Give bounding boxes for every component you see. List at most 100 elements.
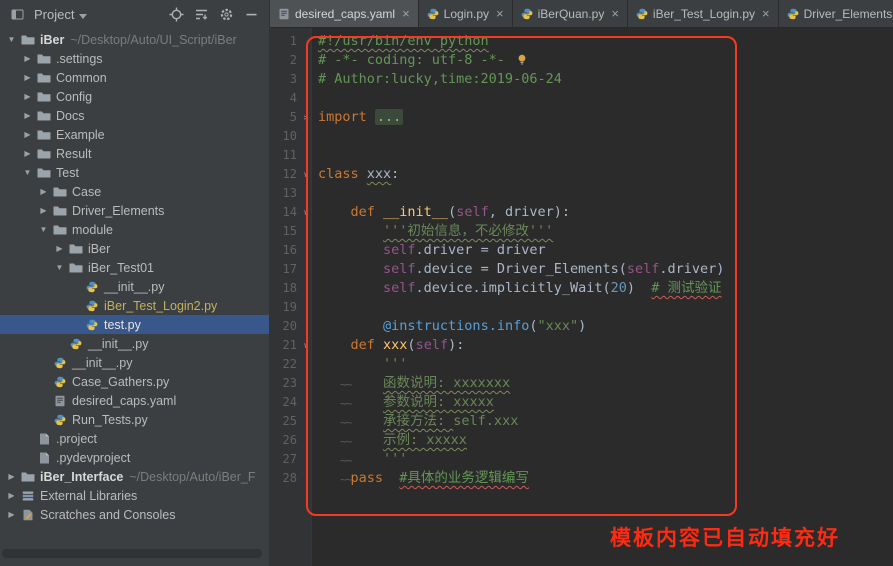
chevron-right-icon[interactable]: ▶ — [4, 472, 19, 481]
fold-collapsed-icon[interactable]: > — [300, 108, 312, 127]
chevron-right-icon[interactable]: ▶ — [20, 73, 35, 82]
tree-item[interactable]: ▶iBer_Interface~/Desktop/Auto/iBer_F — [0, 467, 270, 486]
chevron-right-icon[interactable]: ▶ — [20, 54, 35, 63]
tree-item[interactable]: ▶External Libraries — [0, 486, 270, 505]
tree-item[interactable]: ▶.settings — [0, 49, 270, 68]
tree-item[interactable]: ▶Example — [0, 125, 270, 144]
fold-expanded-icon[interactable]: ∨ — [300, 336, 312, 355]
tree-item[interactable]: ▶Result — [0, 144, 270, 163]
editor-tab[interactable]: Driver_Elements.py× — [779, 0, 893, 27]
tree-item-label: __init__.py — [72, 356, 132, 370]
line-number: 15 — [270, 222, 300, 241]
chevron-right-icon[interactable]: ▶ — [20, 149, 35, 158]
code-text: def __init__(self, driver): — [312, 203, 570, 222]
chevron-right-icon[interactable]: ▶ — [4, 491, 19, 500]
fold-spacer — [300, 469, 312, 488]
chevron-down-icon[interactable]: ▼ — [4, 35, 19, 44]
tree-item[interactable]: desired_caps.yaml — [0, 391, 270, 410]
python-icon — [51, 376, 69, 388]
view-options-icon[interactable] — [191, 4, 211, 24]
locate-file-icon[interactable] — [166, 4, 186, 24]
editor-tab[interactable]: Login.py× — [419, 0, 513, 27]
line-number: 28 — [270, 469, 300, 488]
tree-item[interactable]: ▼Test — [0, 163, 270, 182]
chevron-down-icon[interactable]: ▼ — [36, 225, 51, 234]
line-number: 1 — [270, 32, 300, 51]
tree-item[interactable]: ▼iBer~/Desktop/Auto/UI_Script/iBer — [0, 30, 270, 49]
python-file-icon — [636, 8, 648, 20]
chevron-right-icon[interactable]: ▶ — [36, 187, 51, 196]
code-token: .device.implicitly_Wait( — [416, 280, 611, 296]
wrap-squiggle: ~~ — [340, 470, 351, 489]
line-number: 4 — [270, 89, 300, 108]
close-icon[interactable]: × — [496, 6, 504, 21]
tree-item[interactable]: .pydevproject — [0, 448, 270, 467]
intention-bulb-icon[interactable] — [517, 54, 527, 66]
chevron-right-icon[interactable]: ▶ — [20, 130, 35, 139]
close-icon[interactable]: × — [611, 6, 619, 21]
chevron-down-icon[interactable]: ▼ — [52, 263, 67, 272]
tree-item[interactable]: ▶iBer — [0, 239, 270, 258]
tree-item-label: Case_Gathers.py — [72, 375, 169, 389]
code-line: 16 self.driver = driver — [270, 241, 893, 260]
editor-tab[interactable]: desired_caps.yaml× — [270, 0, 419, 27]
code-token: ) — [627, 280, 651, 296]
hide-panel-icon[interactable] — [241, 4, 261, 24]
tree-item[interactable]: __init__.py — [0, 353, 270, 372]
chevron-right-icon[interactable]: ▶ — [36, 206, 51, 215]
fold-expanded-icon[interactable]: ∨ — [300, 165, 312, 184]
code-token — [318, 280, 383, 296]
tree-item-path: ~/Desktop/Auto/iBer_F — [129, 470, 255, 484]
tree-item[interactable]: ▶Config — [0, 87, 270, 106]
project-panel-header: Project — [0, 0, 269, 28]
tree-item[interactable]: Run_Tests.py — [0, 410, 270, 429]
tree-item[interactable]: Case_Gathers.py — [0, 372, 270, 391]
tree-item[interactable]: __init__.py — [0, 334, 270, 353]
python-icon — [83, 319, 101, 331]
tree-item[interactable]: ▶Docs — [0, 106, 270, 125]
tree-item-label: Run_Tests.py — [72, 413, 148, 427]
tab-label: iBerQuan.py — [538, 7, 605, 21]
code-text: self.device = Driver_Elements(self.drive… — [312, 260, 724, 279]
tree-item[interactable]: __init__.py — [0, 277, 270, 296]
horizontal-scrollbar[interactable] — [2, 549, 262, 558]
editor-tab[interactable]: iBerQuan.py × — [513, 0, 628, 27]
tree-item[interactable]: iBer_Test_Login2.py — [0, 296, 270, 315]
tree-item[interactable]: ▶Case — [0, 182, 270, 201]
close-icon[interactable]: × — [762, 6, 770, 21]
fold-spacer — [300, 89, 312, 108]
python-file-icon — [521, 8, 533, 20]
tree-item[interactable]: ▶Common — [0, 68, 270, 87]
code-line: 13 — [270, 184, 893, 203]
code-text: # -*- coding: utf-8 -*- — [312, 51, 527, 70]
folder-icon — [35, 72, 53, 83]
code-text: class xxx: — [312, 165, 399, 184]
code-editor[interactable]: 1#!/usr/bin/env python2# -*- coding: utf… — [270, 28, 893, 488]
chevron-right-icon[interactable]: ▶ — [20, 111, 35, 120]
tree-item[interactable]: ▼iBer_Test01 — [0, 258, 270, 277]
fold-expanded-icon[interactable]: ∨ — [300, 203, 312, 222]
project-tool-icon[interactable] — [7, 4, 27, 24]
tree-item-label: __init__.py — [104, 280, 164, 294]
tree-item[interactable]: ▶Driver_Elements — [0, 201, 270, 220]
tree-item[interactable]: ▼module — [0, 220, 270, 239]
code-line: 22 ''' — [270, 355, 893, 374]
folder-icon — [19, 34, 37, 45]
code-token — [318, 242, 383, 258]
chevron-down-icon[interactable] — [79, 7, 87, 22]
chevron-right-icon[interactable]: ▶ — [20, 92, 35, 101]
gear-icon[interactable] — [216, 4, 236, 24]
chevron-right-icon[interactable]: ▶ — [52, 244, 67, 253]
code-line: 5>import ... — [270, 108, 893, 127]
tree-item[interactable]: test.py — [0, 315, 270, 334]
tree-item[interactable]: .project — [0, 429, 270, 448]
code-token: # -*- coding: utf-8 -*- — [318, 52, 513, 68]
close-icon[interactable]: × — [402, 6, 410, 21]
project-view-title[interactable]: Project — [34, 7, 74, 22]
tab-label: Driver_Elements.py — [804, 7, 893, 21]
editor-tab[interactable]: iBer_Test_Login.py× — [628, 0, 779, 27]
tree-item[interactable]: ▶Scratches and Consoles — [0, 505, 270, 524]
chevron-down-icon[interactable]: ▼ — [20, 168, 35, 177]
line-number: 19 — [270, 298, 300, 317]
chevron-right-icon[interactable]: ▶ — [4, 510, 19, 519]
